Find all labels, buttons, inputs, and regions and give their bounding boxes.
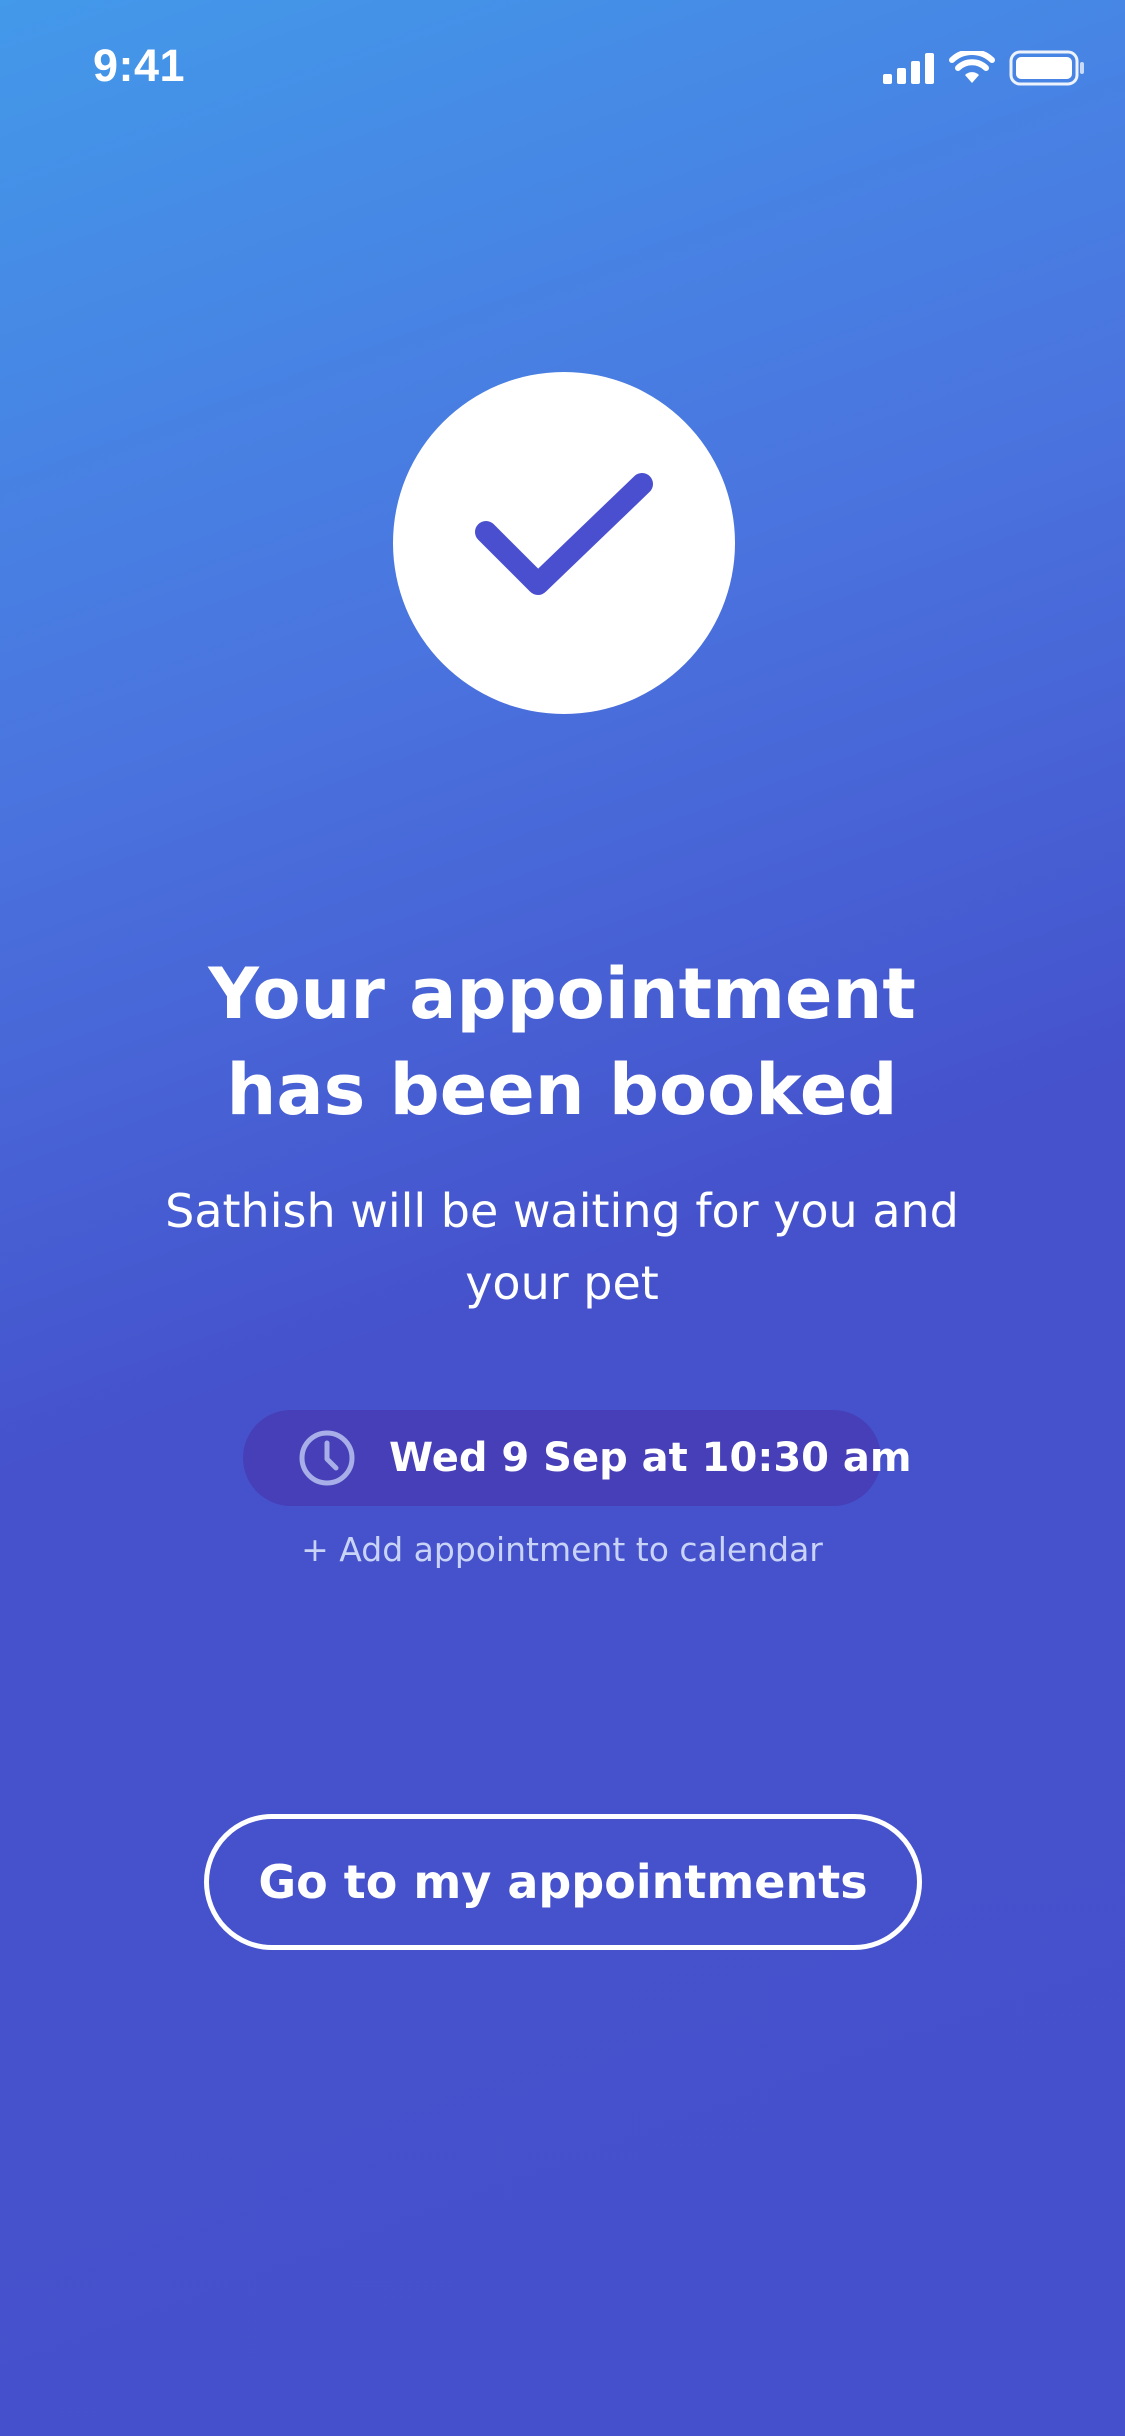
battery-icon (1009, 50, 1084, 86)
title-line-2: has been booked (226, 1049, 898, 1131)
appointment-datetime-pill: Wed 9 Sep at 10:30 am (243, 1410, 912, 1506)
cellular-signal-icon (883, 53, 934, 84)
confirmation-subtitle: Sathish will be waiting for you and your… (162, 1175, 962, 1319)
wifi-icon (949, 51, 995, 83)
add-to-calendar-link[interactable]: + Add appointment to calendar (262, 1528, 862, 1572)
status-icons (883, 48, 1085, 88)
title-line-1: Your appointment (208, 953, 916, 1035)
subtitle-line-1: Sathish will be waiting for you and (165, 1184, 959, 1238)
subtitle-line-2: your pet (465, 1256, 659, 1310)
status-time: 9:41 (93, 40, 186, 91)
confirmation-title: Your appointment has been booked (112, 946, 1012, 1138)
clock-icon (299, 1430, 355, 1486)
go-to-appointments-button[interactable]: Go to my appointments (204, 1814, 922, 1950)
success-badge (393, 372, 735, 714)
booking-confirmation-screen: 9:41 Your appointment has been booked Sa… (0, 0, 1125, 2436)
appointment-datetime: Wed 9 Sep at 10:30 am (389, 1435, 912, 1481)
status-bar: 9:41 (0, 0, 1125, 132)
checkmark-icon (475, 473, 653, 595)
